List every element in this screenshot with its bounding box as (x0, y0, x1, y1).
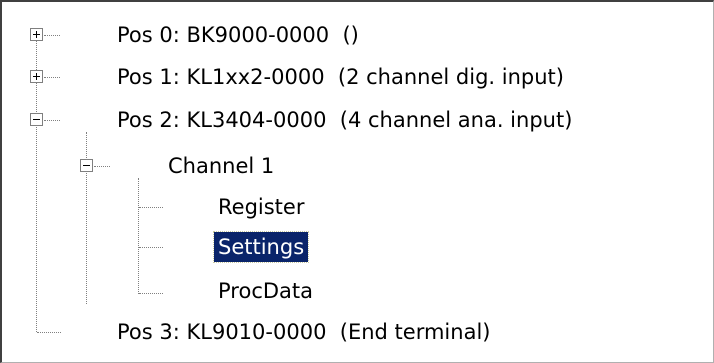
tree-node-label: Pos 1: KL1xx2-0000 (2 channel dig. input… (117, 65, 564, 89)
expand-plus-icon[interactable] (30, 28, 43, 41)
collapse-minus-icon[interactable] (30, 113, 43, 126)
tree-node-channel1[interactable]: Channel 1 (2, 151, 702, 181)
tree-line-h (44, 120, 60, 121)
expand-plus-icon[interactable] (30, 70, 43, 83)
tree-node-pos2[interactable]: Pos 2: KL3404-0000 (4 channel ana. input… (2, 105, 702, 135)
tree-node-label: ProcData (218, 279, 314, 303)
tree-node-label: Pos 3: KL9010-0000 (End terminal) (117, 320, 491, 344)
tree-node-pos3[interactable]: Pos 3: KL9010-0000 (End terminal) (2, 317, 702, 347)
tree-line-h (139, 293, 163, 294)
collapse-minus-icon[interactable] (80, 159, 93, 172)
tree-node-pos0[interactable]: Pos 0: BK9000-0000 () (2, 20, 702, 50)
tree-line-h (139, 207, 163, 208)
tree-node-label-selected: Settings (212, 231, 310, 263)
tree-line-h (94, 166, 110, 167)
tree-node-label: Register (218, 195, 305, 219)
tree-line-h (37, 332, 61, 333)
tree-node-procdata[interactable]: ProcData (2, 276, 702, 306)
tree-line-h (139, 247, 163, 248)
tree-line-h (44, 77, 60, 78)
tree-node-label: Pos 2: KL3404-0000 (4 channel ana. input… (117, 108, 573, 132)
tree-line-h (44, 35, 60, 36)
tree-node-pos1[interactable]: Pos 1: KL1xx2-0000 (2 channel dig. input… (2, 62, 702, 92)
tree-view[interactable]: Pos 0: BK9000-0000 () Pos 1: KL1xx2-0000… (0, 0, 714, 363)
tree-node-label: Pos 0: BK9000-0000 () (117, 23, 359, 47)
tree-node-label: Channel 1 (168, 154, 275, 178)
tree-node-register[interactable]: Register (2, 192, 702, 222)
tree-node-settings[interactable]: Settings (2, 231, 702, 263)
